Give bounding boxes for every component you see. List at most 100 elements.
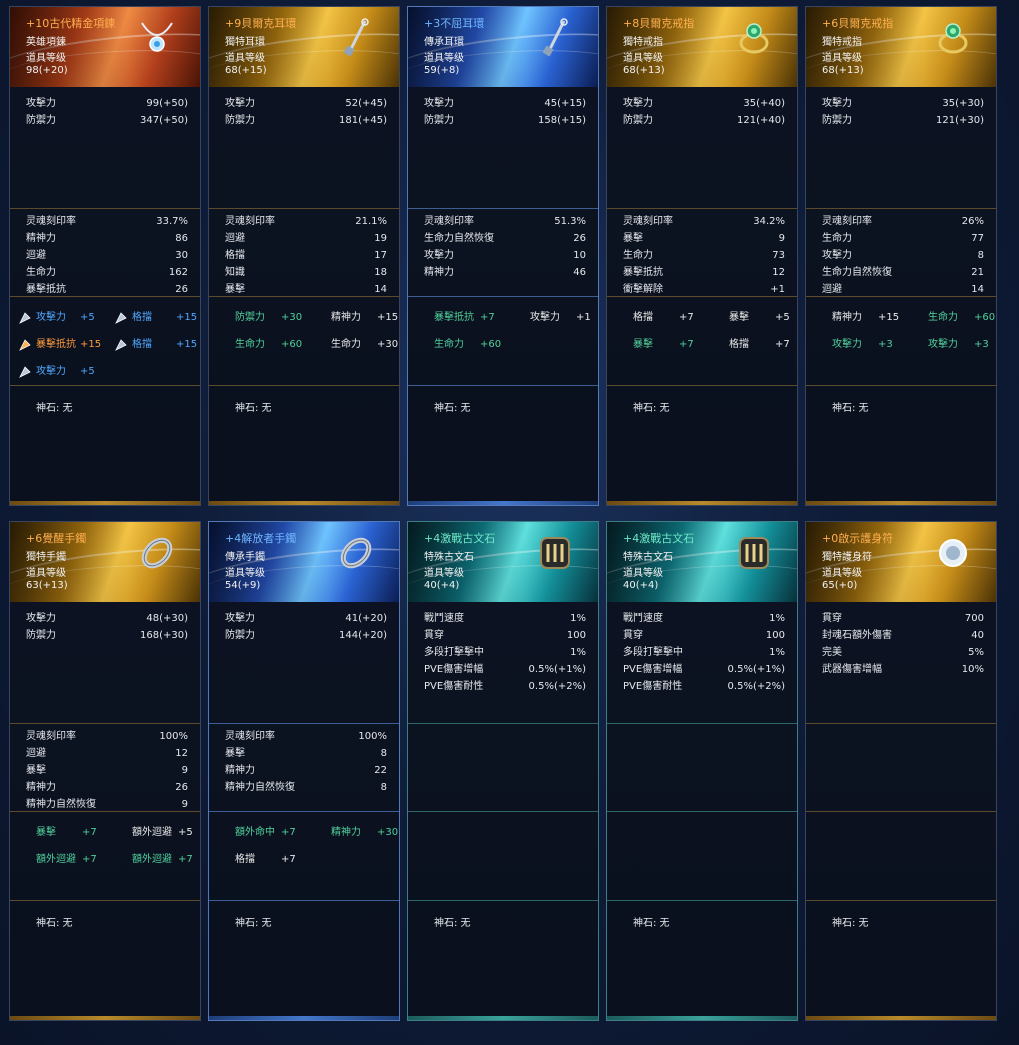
manastone-slot[interactable]: 攻擊力 +5 [18,308,104,328]
stat-name: 攻擊力 [822,98,852,109]
manastone-slot[interactable]: 格擋 +7 [711,335,797,355]
stat-row: 精神力 22 [209,762,399,779]
item-card[interactable]: +9貝爾克耳環 獨特耳環 道具等级 68(+15) 攻擊力 52(+45) 防禦力 181(+… [208,6,400,506]
stat-row: 迴避 19 [209,230,399,247]
item-card[interactable]: +0啟示護身符 獨特護身符 道具等级 65(+0) 貫穿 700 封魂石額外傷害 40 完美 5%… [805,521,997,1021]
manastone-slot[interactable]: 攻擊力 +3 [814,335,900,355]
item-card[interactable]: +6貝爾克戒指 獨特戒指 道具等级 68(+13) 攻擊力 35(+30) 防禦力 121(+… [805,6,997,506]
godstone-label: 神石: 无 [235,403,272,414]
divider [408,385,598,386]
stat-name: 格擋 [225,250,245,261]
divider [806,385,996,386]
stat-row: 灵魂刻印率 26% [806,213,996,230]
item-header: +10古代精金項鍊 英雄項鍊 道具等级 98(+20) [10,7,200,87]
stat-name: 精神力 [26,782,56,793]
item-level: 54(+9) [225,580,261,591]
manastone-slot[interactable]: 格擋 +7 [615,308,701,328]
manastone-slot[interactable]: 生命力 +30 [313,335,399,355]
manastone-slot[interactable]: 精神力 +15 [814,308,900,328]
divider [408,296,598,297]
stat-value: 168(+30) [140,630,188,641]
stat-value: 14 [971,284,984,295]
item-card[interactable]: +4解放者手鐲 傳承手鐲 道具等级 54(+9) 攻擊力 41(+20) 防禦力 144(+2… [208,521,400,1021]
item-level-label: 道具等级 [822,568,862,579]
stat-row: 攻擊力 41(+20) [209,610,399,627]
item-card[interactable]: +10古代精金項鍊 英雄項鍊 道具等级 98(+20) 攻擊力 99(+50) 防禦力 347… [9,6,201,506]
stat-name: 生命力自然恢復 [822,267,892,278]
item-level: 68(+13) [822,65,864,76]
manastone-stat: 額外命中 [235,827,275,838]
stat-name: 生命力 [623,250,653,261]
manastone-stat: 格擋 [132,339,152,350]
stat-name: 灵魂刻印率 [822,216,872,227]
manastone-stat: 生命力 [235,339,265,350]
card-bottom-bar [408,501,598,505]
manastone-slot[interactable]: 暴擊抵抗 +15 [18,335,104,355]
stat-row: 灵魂刻印率 33.7% [10,213,200,230]
item-header: +4激戰古文石 特殊古文石 道具等级 40(+4) [408,522,598,602]
item-level-label: 道具等级 [623,568,663,579]
manastone-slot[interactable]: 額外命中 +7 [217,823,303,843]
stat-row: 武器傷害增幅 10% [806,661,996,678]
divider [607,723,797,724]
ring-icon [932,17,974,59]
base-stats: 戰鬥速度 1% 貫穿 100 多段打擊擊中 1% PVE傷害增幅 0.5%(+1%) PVE傷害… [607,610,797,695]
stat-value: 0.5%(+1%) [528,664,586,675]
godstone-label: 神石: 无 [832,918,869,929]
manastone-slot[interactable]: 攻擊力 +5 [18,362,104,382]
item-card[interactable]: +4激戰古文石 特殊古文石 道具等级 40(+4) 戰鬥速度 1% 貫穿 100 多段打擊擊中 1… [407,521,599,1021]
item-card[interactable]: +3不屈耳環 傳承耳環 道具等级 59(+8) 攻擊力 45(+15) 防禦力 158(+15… [407,6,599,506]
manastone-slot[interactable]: 格擋 +15 [114,335,200,355]
stat-value: 100% [358,731,387,742]
godstone-label: 神石: 无 [434,918,471,929]
manastone-icon [18,365,32,379]
manastone-slot[interactable]: 生命力 +60 [416,335,502,355]
stat-value: 121(+30) [936,115,984,126]
stat-row: 攻擊力 35(+30) [806,95,996,112]
card-bottom-bar [607,1016,797,1020]
manastone-slot[interactable]: 暴擊 +7 [615,335,701,355]
manastone-slot[interactable]: 額外迴避 +7 [18,850,104,870]
manastone-slot[interactable]: 精神力 +15 [313,308,399,328]
stat-row: 貫穿 100 [607,627,797,644]
stat-value: 73 [772,250,785,261]
item-level: 40(+4) [623,580,659,591]
stat-row: 防禦力 144(+20) [209,627,399,644]
manastone-slot[interactable]: 暴擊 +7 [18,823,104,843]
godstone-label: 神石: 无 [235,918,272,929]
base-stats: 攻擊力 52(+45) 防禦力 181(+45) [209,95,399,129]
item-level: 40(+4) [424,580,460,591]
stat-name: 暴擊 [225,748,245,759]
manastone-slot[interactable]: 額外迴避 +7 [114,850,200,870]
manastone-stat: 額外迴避 [132,827,172,838]
manastone-slot[interactable]: 攻擊力 +1 [512,308,598,328]
manastone-slot[interactable]: 攻擊力 +3 [910,335,996,355]
item-card[interactable]: +4激戰古文石 特殊古文石 道具等级 40(+4) 戰鬥速度 1% 貫穿 100 多段打擊擊中 1… [606,521,798,1021]
manastone-stat: 生命力 [434,339,464,350]
manastone-slot[interactable]: 格擋 +15 [114,308,200,328]
manastone-slot[interactable]: 防禦力 +30 [217,308,303,328]
stat-name: 灵魂刻印率 [225,216,275,227]
stat-row: 生命力 73 [607,247,797,264]
manastone-slot[interactable]: 精神力 +30 [313,823,399,843]
card-bottom-bar [806,501,996,505]
manastone-slots: 精神力 +15 生命力 +60 攻擊力 +3 攻擊力 +3 [806,307,996,385]
item-card[interactable]: +8貝爾克戒指 獨特戒指 道具等级 68(+13) 攻擊力 35(+40) 防禦力 121(+… [606,6,798,506]
manastone-slot[interactable]: 格擋 +7 [217,850,303,870]
stat-row: 精神力 86 [10,230,200,247]
divider [607,208,797,209]
item-card[interactable]: +6覺醒手鐲 獨特手鐲 道具等级 63(+13) 攻擊力 48(+30) 防禦力 168(+3… [9,521,201,1021]
stat-value: 8 [380,782,387,793]
random-stats: 灵魂刻印率 34.2% 暴擊 9 生命力 73 暴擊抵抗 12 衝擊解除 +1 [607,213,797,298]
stat-row: PVE傷害耐性 0.5%(+2%) [607,678,797,695]
stat-row: 多段打擊擊中 1% [408,644,598,661]
manastone-slot[interactable]: 額外迴避 +5 [114,823,200,843]
manastone-slot[interactable]: 生命力 +60 [910,308,996,328]
manastone-slot[interactable]: 暴擊抵抗 +7 [416,308,502,328]
manastone-slot[interactable]: 暴擊 +5 [711,308,797,328]
stat-name: 精神力 [424,267,454,278]
stat-value: 40 [971,630,984,641]
stat-name: 防禦力 [225,630,255,641]
stat-value: 51.3% [554,216,586,227]
manastone-slot[interactable]: 生命力 +60 [217,335,303,355]
